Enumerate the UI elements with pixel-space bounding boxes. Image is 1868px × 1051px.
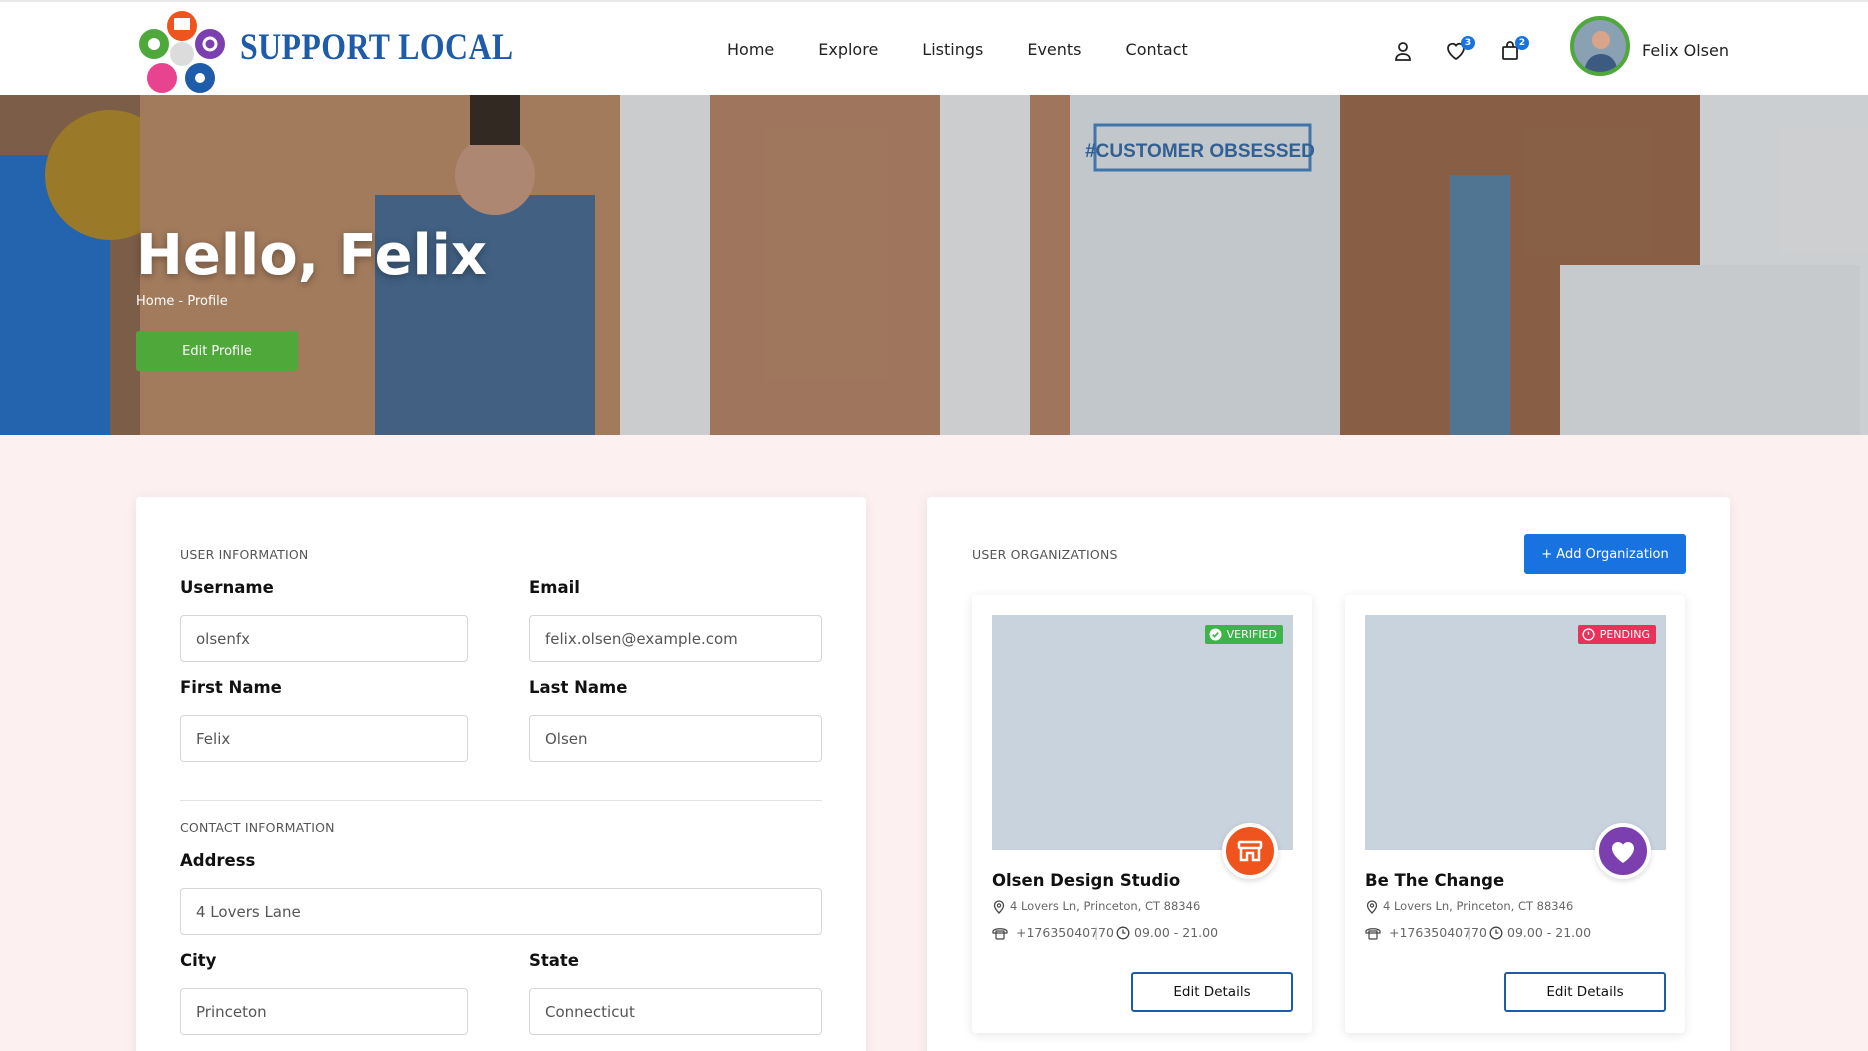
user-icon[interactable] bbox=[1391, 39, 1415, 63]
edit-profile-button[interactable]: Edit Profile bbox=[136, 331, 298, 371]
user-information-card: USER INFORMATION Username Email First Na… bbox=[136, 497, 866, 1051]
telephone-icon bbox=[992, 928, 1008, 940]
nav-explore[interactable]: Explore bbox=[818, 40, 878, 59]
wishlist-count-badge: 3 bbox=[1461, 36, 1475, 50]
check-circle-icon bbox=[1209, 628, 1222, 641]
pending-status-badge: PENDING bbox=[1577, 625, 1656, 644]
separator: | bbox=[1467, 925, 1472, 940]
top-navigation-bar: SUPPORT LOCAL Home Explore Listings Even… bbox=[0, 0, 1868, 95]
edit-details-button[interactable]: Edit Details bbox=[1504, 972, 1666, 1012]
separator: | bbox=[1094, 925, 1099, 940]
last-name-input[interactable] bbox=[529, 715, 822, 762]
organization-image-placeholder: PENDING bbox=[1365, 615, 1666, 850]
first-name-label: First Name bbox=[180, 678, 282, 697]
organization-phone: +17635040770 bbox=[1389, 925, 1487, 940]
user-organizations-card: USER ORGANIZATIONS + Add Organization VE… bbox=[927, 497, 1730, 1051]
city-input[interactable] bbox=[180, 988, 468, 1035]
heart-emblem-icon bbox=[1595, 823, 1651, 879]
add-organization-button[interactable]: + Add Organization bbox=[1524, 534, 1686, 574]
city-label: City bbox=[180, 951, 217, 970]
brand-name[interactable]: SUPPORT LOCAL bbox=[240, 26, 514, 69]
main-nav: Home Explore Listings Events Contact bbox=[727, 40, 1232, 59]
wishlist-heart-icon[interactable]: 3 bbox=[1444, 36, 1475, 63]
user-information-heading: USER INFORMATION bbox=[180, 547, 309, 562]
clock-icon bbox=[1489, 926, 1503, 940]
edit-details-button[interactable]: Edit Details bbox=[1131, 972, 1293, 1012]
email-label: Email bbox=[529, 578, 580, 597]
last-name-label: Last Name bbox=[529, 678, 628, 697]
storefront-emblem-icon bbox=[1222, 823, 1278, 879]
cart-bag-icon[interactable]: 2 bbox=[1498, 36, 1529, 63]
organization-address: 4 Lovers Ln, Princeton, CT 88346 bbox=[1010, 899, 1201, 913]
organization-hours: 09.00 - 21.00 bbox=[1507, 925, 1592, 940]
nav-contact[interactable]: Contact bbox=[1126, 40, 1188, 59]
breadcrumb[interactable]: Home - Profile bbox=[136, 294, 228, 309]
section-divider bbox=[180, 800, 822, 801]
verified-status-badge: VERIFIED bbox=[1204, 625, 1283, 644]
status-label: VERIFIED bbox=[1226, 628, 1277, 641]
organization-address: 4 Lovers Ln, Princeton, CT 88346 bbox=[1383, 899, 1574, 913]
organization-card[interactable]: PENDING Be The Change 4 Lovers Ln, Princ… bbox=[1345, 595, 1685, 1033]
address-label: Address bbox=[180, 851, 256, 870]
organization-phone: +17635040770 bbox=[1016, 925, 1114, 940]
email-input[interactable] bbox=[529, 615, 822, 662]
cart-count-badge: 2 bbox=[1515, 36, 1529, 50]
nav-events[interactable]: Events bbox=[1027, 40, 1081, 59]
telephone-icon bbox=[1365, 928, 1381, 940]
support-local-logo[interactable] bbox=[134, 8, 230, 96]
contact-information-heading: CONTACT INFORMATION bbox=[180, 820, 335, 835]
organization-name[interactable]: Be The Change bbox=[1365, 871, 1504, 890]
user-name[interactable]: Felix Olsen bbox=[1642, 41, 1729, 60]
profile-hero-banner: #CUSTOMER OBSESSED Hello, Felix Home - P… bbox=[0, 95, 1868, 435]
user-avatar[interactable] bbox=[1570, 16, 1630, 76]
organization-image-placeholder: VERIFIED bbox=[992, 615, 1293, 850]
status-label: PENDING bbox=[1599, 628, 1650, 641]
nav-listings[interactable]: Listings bbox=[922, 40, 983, 59]
first-name-input[interactable] bbox=[180, 715, 468, 762]
location-pin-icon bbox=[993, 900, 1005, 914]
user-organizations-heading: USER ORGANIZATIONS bbox=[972, 547, 1118, 562]
organization-hours: 09.00 - 21.00 bbox=[1134, 925, 1219, 940]
location-pin-icon bbox=[1366, 900, 1378, 914]
nav-home[interactable]: Home bbox=[727, 40, 774, 59]
organization-name[interactable]: Olsen Design Studio bbox=[992, 871, 1180, 890]
pending-clock-icon bbox=[1582, 628, 1595, 641]
clock-icon bbox=[1116, 926, 1130, 940]
username-label: Username bbox=[180, 578, 274, 597]
page-title: Hello, Felix bbox=[136, 223, 487, 288]
state-label: State bbox=[529, 951, 579, 970]
state-input[interactable] bbox=[529, 988, 822, 1035]
address-input[interactable] bbox=[180, 888, 822, 935]
username-input[interactable] bbox=[180, 615, 468, 662]
organization-card[interactable]: VERIFIED Olsen Design Studio 4 Lovers Ln… bbox=[972, 595, 1312, 1033]
